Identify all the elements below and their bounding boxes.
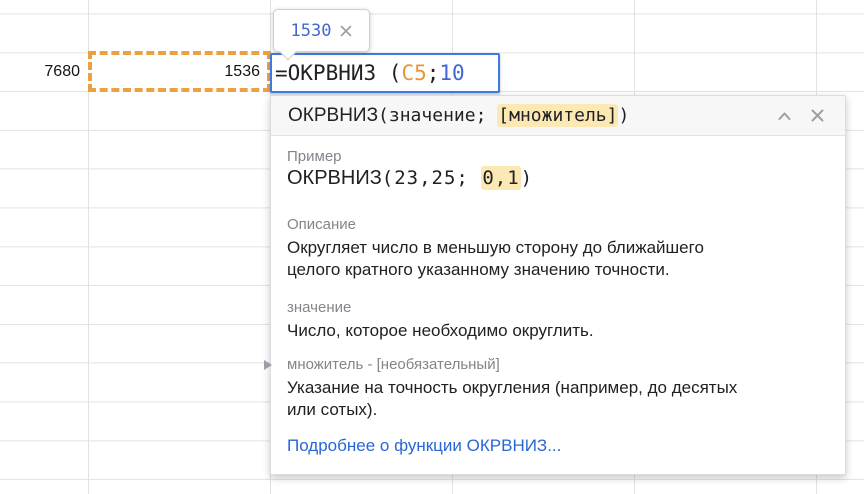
cell-left-value[interactable]: 7680 <box>0 52 88 91</box>
tooltip-value: 1530 <box>290 20 332 41</box>
close-icon <box>811 109 824 122</box>
arg-value-text: Число, которое необходимо округлить. <box>287 321 594 340</box>
referenced-cell-highlight[interactable]: 1536 <box>88 51 271 92</box>
spreadsheet-canvas: 7680 1536 =ОКРВНИЗ (C5; 10 1530 ОКРВНИЗ(з… <box>0 0 864 494</box>
function-args-close: ) <box>618 104 630 126</box>
chevron-up-icon <box>778 112 791 120</box>
formula-result-tooltip: 1530 <box>273 9 370 60</box>
arg-multiplier-text: Указание на точность округления (наприме… <box>287 378 738 419</box>
collapse-button[interactable] <box>776 109 793 123</box>
example-args: (23,25; <box>381 167 482 189</box>
description-text: Округляет число в меньшую сторону до бли… <box>287 238 704 279</box>
popup-close-button[interactable] <box>810 108 825 123</box>
formula-token-cell-ref: C5 <box>401 61 427 85</box>
tooltip-close-button[interactable] <box>340 25 352 37</box>
function-args: (значение; <box>378 104 498 126</box>
formula-token-number: 10 <box>439 61 465 85</box>
popup-body: Пример ОКРВНИЗ(23,25; 0,1) Описание Окру… <box>264 136 845 456</box>
description-section: Описание Округляет число в меньшую сторо… <box>287 216 829 281</box>
formula-token-separator: ; <box>426 61 440 85</box>
formula-token-text: =ОКРВНИЗ ( <box>275 61 402 85</box>
example-label: Пример <box>287 148 342 165</box>
example-formula: ОКРВНИЗ(23,25; 0,1) <box>287 166 829 190</box>
learn-more-link[interactable]: Подробнее о функции ОКРВНИЗ... <box>287 436 561 456</box>
example-arg-highlight: 0,1 <box>481 166 521 190</box>
popup-header: ОКРВНИЗ(значение; [множитель]) <box>271 96 845 136</box>
arg-multiplier-section: множитель - [необязательный] Указание на… <box>264 356 829 421</box>
example-section: Пример ОКРВНИЗ(23,25; 0,1) <box>287 148 829 190</box>
arg-value-section: значение Число, которое необходимо округ… <box>287 299 829 342</box>
function-name: ОКРВНИЗ <box>288 104 379 126</box>
example-args-close: ) <box>520 167 534 189</box>
formula-cell-editor[interactable]: =ОКРВНИЗ (C5; 10 <box>270 53 500 93</box>
function-help-popup: ОКРВНИЗ(значение; [множитель]) Пример ОК… <box>264 95 846 475</box>
optional-arg-highlight: [множитель] <box>497 103 619 127</box>
arg-multiplier-label: множитель - [необязательный] <box>287 356 500 373</box>
expand-arrow-icon[interactable] <box>264 360 272 370</box>
arg-value-label: значение <box>287 299 352 316</box>
cell-text: 1536 <box>224 62 260 80</box>
description-label: Описание <box>287 216 357 233</box>
function-signature: ОКРВНИЗ(значение; [множитель]) <box>288 103 759 127</box>
cell-text: 7680 <box>44 62 80 80</box>
close-icon <box>341 25 352 36</box>
example-function-name: ОКРВНИЗ <box>287 167 382 189</box>
